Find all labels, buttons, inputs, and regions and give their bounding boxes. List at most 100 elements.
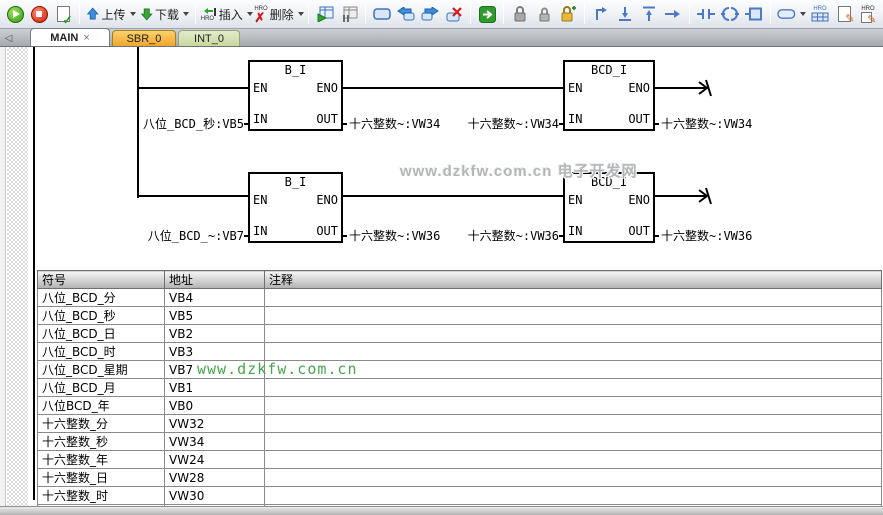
horizontal-scrollbar[interactable] [0,506,883,515]
line-down-button[interactable] [613,2,637,26]
upload-caret-icon[interactable] [130,12,136,16]
stop-button[interactable] [27,2,51,26]
bookmark-toggle-button[interactable] [370,2,394,26]
table-row[interactable]: 八位_BCD_星期VB7 [38,361,882,379]
cell-address[interactable]: VB4 [165,289,265,307]
ladder-block-b-i-1[interactable]: B_I EN ENO IN OUT [248,60,343,131]
cell-symbol[interactable]: 八位_BCD_月 [38,379,165,397]
line-up-button[interactable] [589,2,613,26]
column-header-address[interactable]: 地址 [165,271,265,289]
cell-comment[interactable] [265,397,882,415]
clear-bookmark-button[interactable] [442,2,466,26]
table-row[interactable]: 八位_BCD_秒VB5 [38,307,882,325]
table-row[interactable]: 八位_BCD_日VB2 [38,325,882,343]
delete-button[interactable]: HRO ✗ 删除 [254,2,305,26]
lock-button[interactable] [508,2,532,26]
ladder-block-bcd-i-2[interactable]: BCD_I EN ENO IN OUT [563,172,655,243]
edit-button[interactable]: ✎ [832,2,856,26]
cell-address[interactable]: VB1 [165,379,265,397]
operand-in[interactable]: 十六整数~:VW36 [448,229,559,243]
close-icon[interactable]: × [83,32,89,44]
operand-in[interactable]: 十六整数~:VW34 [448,117,559,131]
cell-symbol[interactable]: 十六整数_年 [38,451,165,469]
operand-in[interactable]: 八位_BCD_~:VB7 [128,229,244,243]
cell-address[interactable]: VW28 [165,469,265,487]
cell-symbol[interactable]: 十六整数_日 [38,469,165,487]
lock-partial-button[interactable] [532,2,556,26]
coil-button[interactable] [718,2,742,26]
cell-comment[interactable] [265,289,882,307]
run-button[interactable] [3,2,27,26]
cell-comment[interactable] [265,451,882,469]
table-row[interactable]: 八位BCD_年VB0 [38,397,882,415]
insert-caret-icon[interactable] [247,12,253,16]
operand-out[interactable]: 十六整数~:VW34 [349,117,440,131]
column-header-comment[interactable]: 注释 [265,271,882,289]
lock-add-button[interactable] [556,2,580,26]
prev-bookmark-button[interactable] [394,2,418,26]
symbol-table-button[interactable]: HRO [808,2,832,26]
cell-symbol[interactable]: 十六整数_秒 [38,433,165,451]
cell-address[interactable]: VW30 [165,487,265,505]
edit-hro-button[interactable]: HRO ✎ [856,2,880,26]
box-button[interactable] [742,2,766,26]
cell-symbol[interactable]: 八位_BCD_时 [38,343,165,361]
goto-button[interactable] [475,2,499,26]
cell-symbol[interactable]: 八位_BCD_日 [38,325,165,343]
insert-button[interactable]: HRO 插入 [200,2,254,26]
address-tag-caret-icon[interactable] [800,12,806,16]
cell-comment[interactable] [265,343,882,361]
line-up2-button[interactable] [637,2,661,26]
table-row[interactable]: 八位_BCD_月VB1 [38,379,882,397]
cell-symbol[interactable]: 八位_BCD_星期 [38,361,165,379]
operand-out[interactable]: 十六整数~:VW36 [349,229,440,243]
tab-main[interactable]: MAIN × [30,28,110,46]
cell-address[interactable]: VB5 [165,307,265,325]
cell-comment[interactable] [265,415,882,433]
operand-out[interactable]: 十六整数~:VW36 [661,229,752,243]
cell-symbol[interactable]: 八位BCD_年 [38,397,165,415]
cell-address[interactable]: VW32 [165,415,265,433]
compile-button[interactable]: ✓ [51,2,75,26]
ladder-block-bcd-i-1[interactable]: BCD_I EN ENO IN OUT [563,60,655,131]
table-row[interactable]: 十六整数_分VW32 [38,415,882,433]
table-row[interactable]: 十六整数_日VW28 [38,469,882,487]
cell-address[interactable]: VB3 [165,343,265,361]
delete-caret-icon[interactable] [298,12,304,16]
address-tag-button[interactable] [775,2,808,26]
table-row[interactable]: 八位_BCD_分VB4 [38,289,882,307]
cell-address[interactable]: VW34 [165,433,265,451]
operand-in[interactable]: 八位_BCD_秒:VB5 [128,117,244,131]
tab-int0[interactable]: INT_0 [178,30,240,46]
next-bookmark-button[interactable] [418,2,442,26]
tab-sbr0[interactable]: SBR_0 [112,30,176,46]
column-header-symbol[interactable]: 符号 [38,271,165,289]
cell-comment[interactable] [265,469,882,487]
pause-status-button[interactable] [337,2,361,26]
cell-symbol[interactable]: 十六整数_时 [38,487,165,505]
cell-comment[interactable] [265,325,882,343]
cell-address[interactable]: VB0 [165,397,265,415]
cell-symbol[interactable]: 八位_BCD_秒 [38,307,165,325]
program-status-button[interactable] [313,2,337,26]
table-row[interactable]: 十六整数_秒VW34 [38,433,882,451]
cell-comment[interactable] [265,433,882,451]
ladder-block-b-i-2[interactable]: B_I EN ENO IN OUT [248,172,343,243]
download-caret-icon[interactable] [183,12,189,16]
tab-scroll-left-button[interactable]: ◁ [2,31,15,45]
line-right-button[interactable] [661,2,685,26]
upload-button[interactable]: 上传 [84,2,138,26]
table-row[interactable]: 八位_BCD_时VB3 [38,343,882,361]
download-button[interactable]: 下载 [138,2,192,26]
table-row[interactable]: 十六整数_时VW30 [38,487,882,505]
cell-symbol[interactable]: 十六整数_分 [38,415,165,433]
cell-address[interactable]: VW24 [165,451,265,469]
cell-address[interactable]: VB2 [165,325,265,343]
cell-comment[interactable] [265,487,882,505]
table-row[interactable]: 十六整数_年VW24 [38,451,882,469]
cell-comment[interactable] [265,379,882,397]
cell-symbol[interactable]: 八位_BCD_分 [38,289,165,307]
cell-comment[interactable] [265,307,882,325]
operand-out[interactable]: 十六整数~:VW34 [661,117,752,131]
contact-button[interactable] [694,2,718,26]
